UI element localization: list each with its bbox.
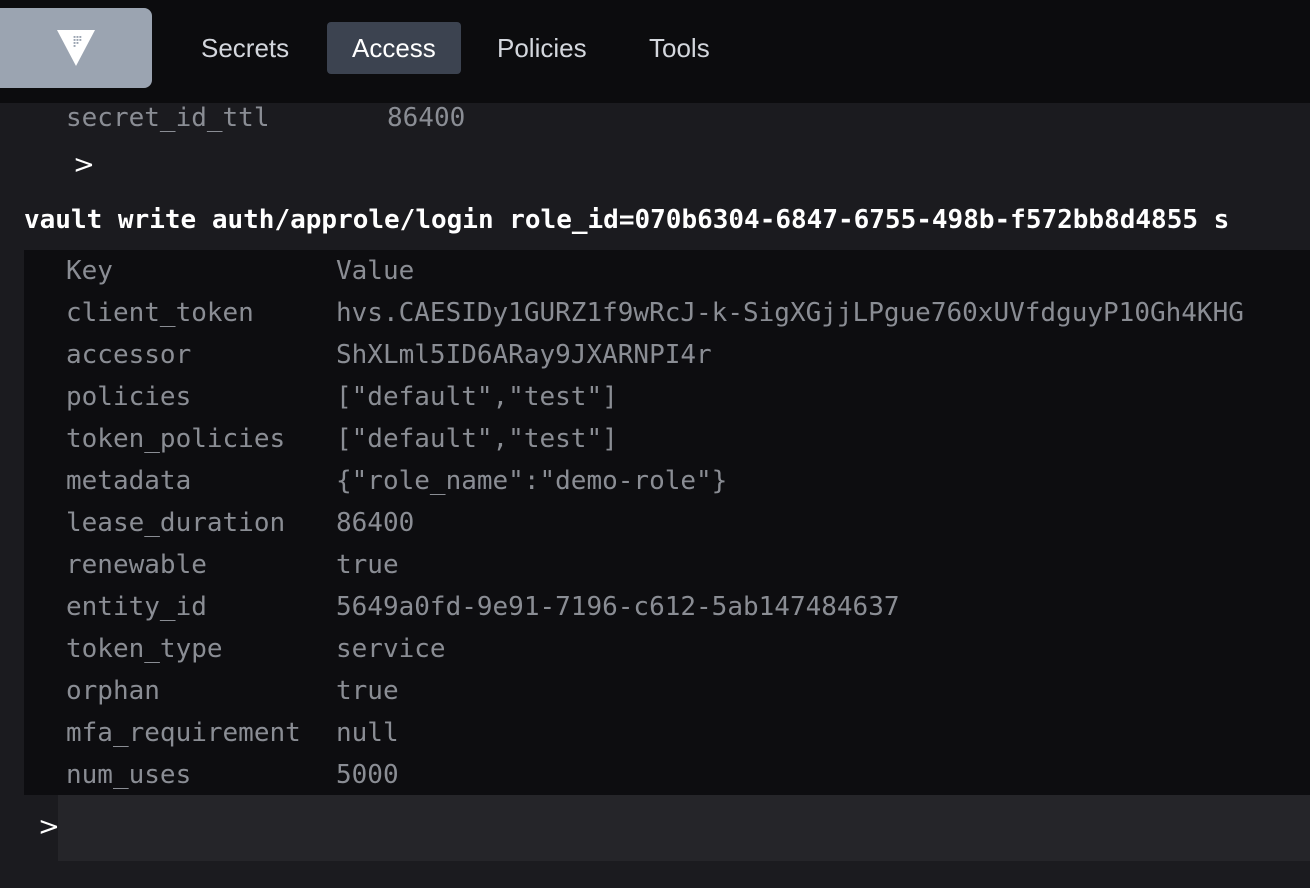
vault-triangle-logo-icon: [57, 30, 95, 66]
output-row-renewable: renewable true: [66, 550, 399, 592]
output-value: true: [336, 550, 399, 580]
output-key: token_policies: [66, 424, 286, 454]
output-value: ["default","test"]: [336, 382, 618, 412]
console-command-input[interactable]: [58, 795, 1310, 861]
output-key: mfa_requirement: [66, 718, 301, 748]
output-row-policies: policies ["default","test"]: [66, 382, 618, 424]
output-row-token-type: token_type service: [66, 634, 446, 676]
output-value: service: [336, 634, 446, 664]
output-value: 86400: [336, 508, 415, 538]
output-value: true: [336, 676, 399, 706]
output-row-mfa-requirement: mfa_requirement null: [66, 718, 399, 760]
web-cli-console: secret_id_ttl 86400 > vault write auth/a…: [0, 103, 1310, 888]
output-key: client_token: [66, 298, 254, 328]
nav-tab-policies[interactable]: Policies: [472, 22, 612, 74]
output-key: policies: [66, 382, 192, 412]
output-header-row: Key Value: [66, 256, 414, 298]
output-key: entity_id: [66, 592, 207, 622]
input-prompt-chevron-icon: >: [38, 812, 60, 842]
executed-command: vault write auth/approle/login role_id=0…: [24, 205, 1230, 235]
output-row-metadata: metadata {"role_name":"demo-role"}: [66, 466, 727, 508]
previous-output-row: secret_id_ttl 86400: [66, 103, 465, 133]
output-value: 5649a0fd-9e91-7196-c612-5ab147484637: [336, 592, 900, 622]
output-row-entity-id: entity_id 5649a0fd-9e91-7196-c612-5ab147…: [66, 592, 900, 634]
command-output-table: Key Value client_token hvs.CAESIDy1GURZ1…: [24, 250, 1310, 795]
output-value: ["default","test"]: [336, 424, 618, 454]
output-row-lease-duration: lease_duration 86400: [66, 508, 414, 550]
output-value: hvs.CAESIDy1GURZ1f9wRcJ-k-SigXGjjLPgue76…: [336, 298, 1244, 328]
nav-tab-access[interactable]: Access: [327, 22, 461, 74]
output-key: secret_id_ttl: [66, 103, 270, 133]
output-value: 86400: [387, 103, 466, 133]
output-value: {"role_name":"demo-role"}: [336, 466, 728, 496]
output-row-client-token: client_token hvs.CAESIDy1GURZ1f9wRcJ-k-S…: [66, 298, 1244, 340]
output-value: 5000: [336, 760, 399, 790]
key-column-header: Key: [66, 256, 113, 286]
top-navigation-bar: Secrets Access Policies Tools: [0, 0, 1310, 103]
output-key: lease_duration: [66, 508, 286, 538]
output-key: metadata: [66, 466, 192, 496]
output-key: num_uses: [66, 760, 192, 790]
output-key: orphan: [66, 676, 160, 706]
output-row-token-policies: token_policies ["default","test"]: [66, 424, 618, 466]
output-row-orphan: orphan true: [66, 676, 399, 718]
nav-tab-secrets[interactable]: Secrets: [176, 22, 314, 74]
vault-logo-button[interactable]: [0, 8, 152, 88]
output-value: null: [336, 718, 399, 748]
prompt-chevron-icon: >: [73, 150, 95, 180]
output-key: accessor: [66, 340, 192, 370]
output-key: renewable: [66, 550, 207, 580]
value-column-header: Value: [336, 256, 415, 286]
nav-tab-tools[interactable]: Tools: [624, 22, 735, 74]
output-key: token_type: [66, 634, 223, 664]
output-value: ShXLml5ID6ARay9JXARNPI4r: [336, 340, 712, 370]
output-row-accessor: accessor ShXLml5ID6ARay9JXARNPI4r: [66, 340, 712, 382]
